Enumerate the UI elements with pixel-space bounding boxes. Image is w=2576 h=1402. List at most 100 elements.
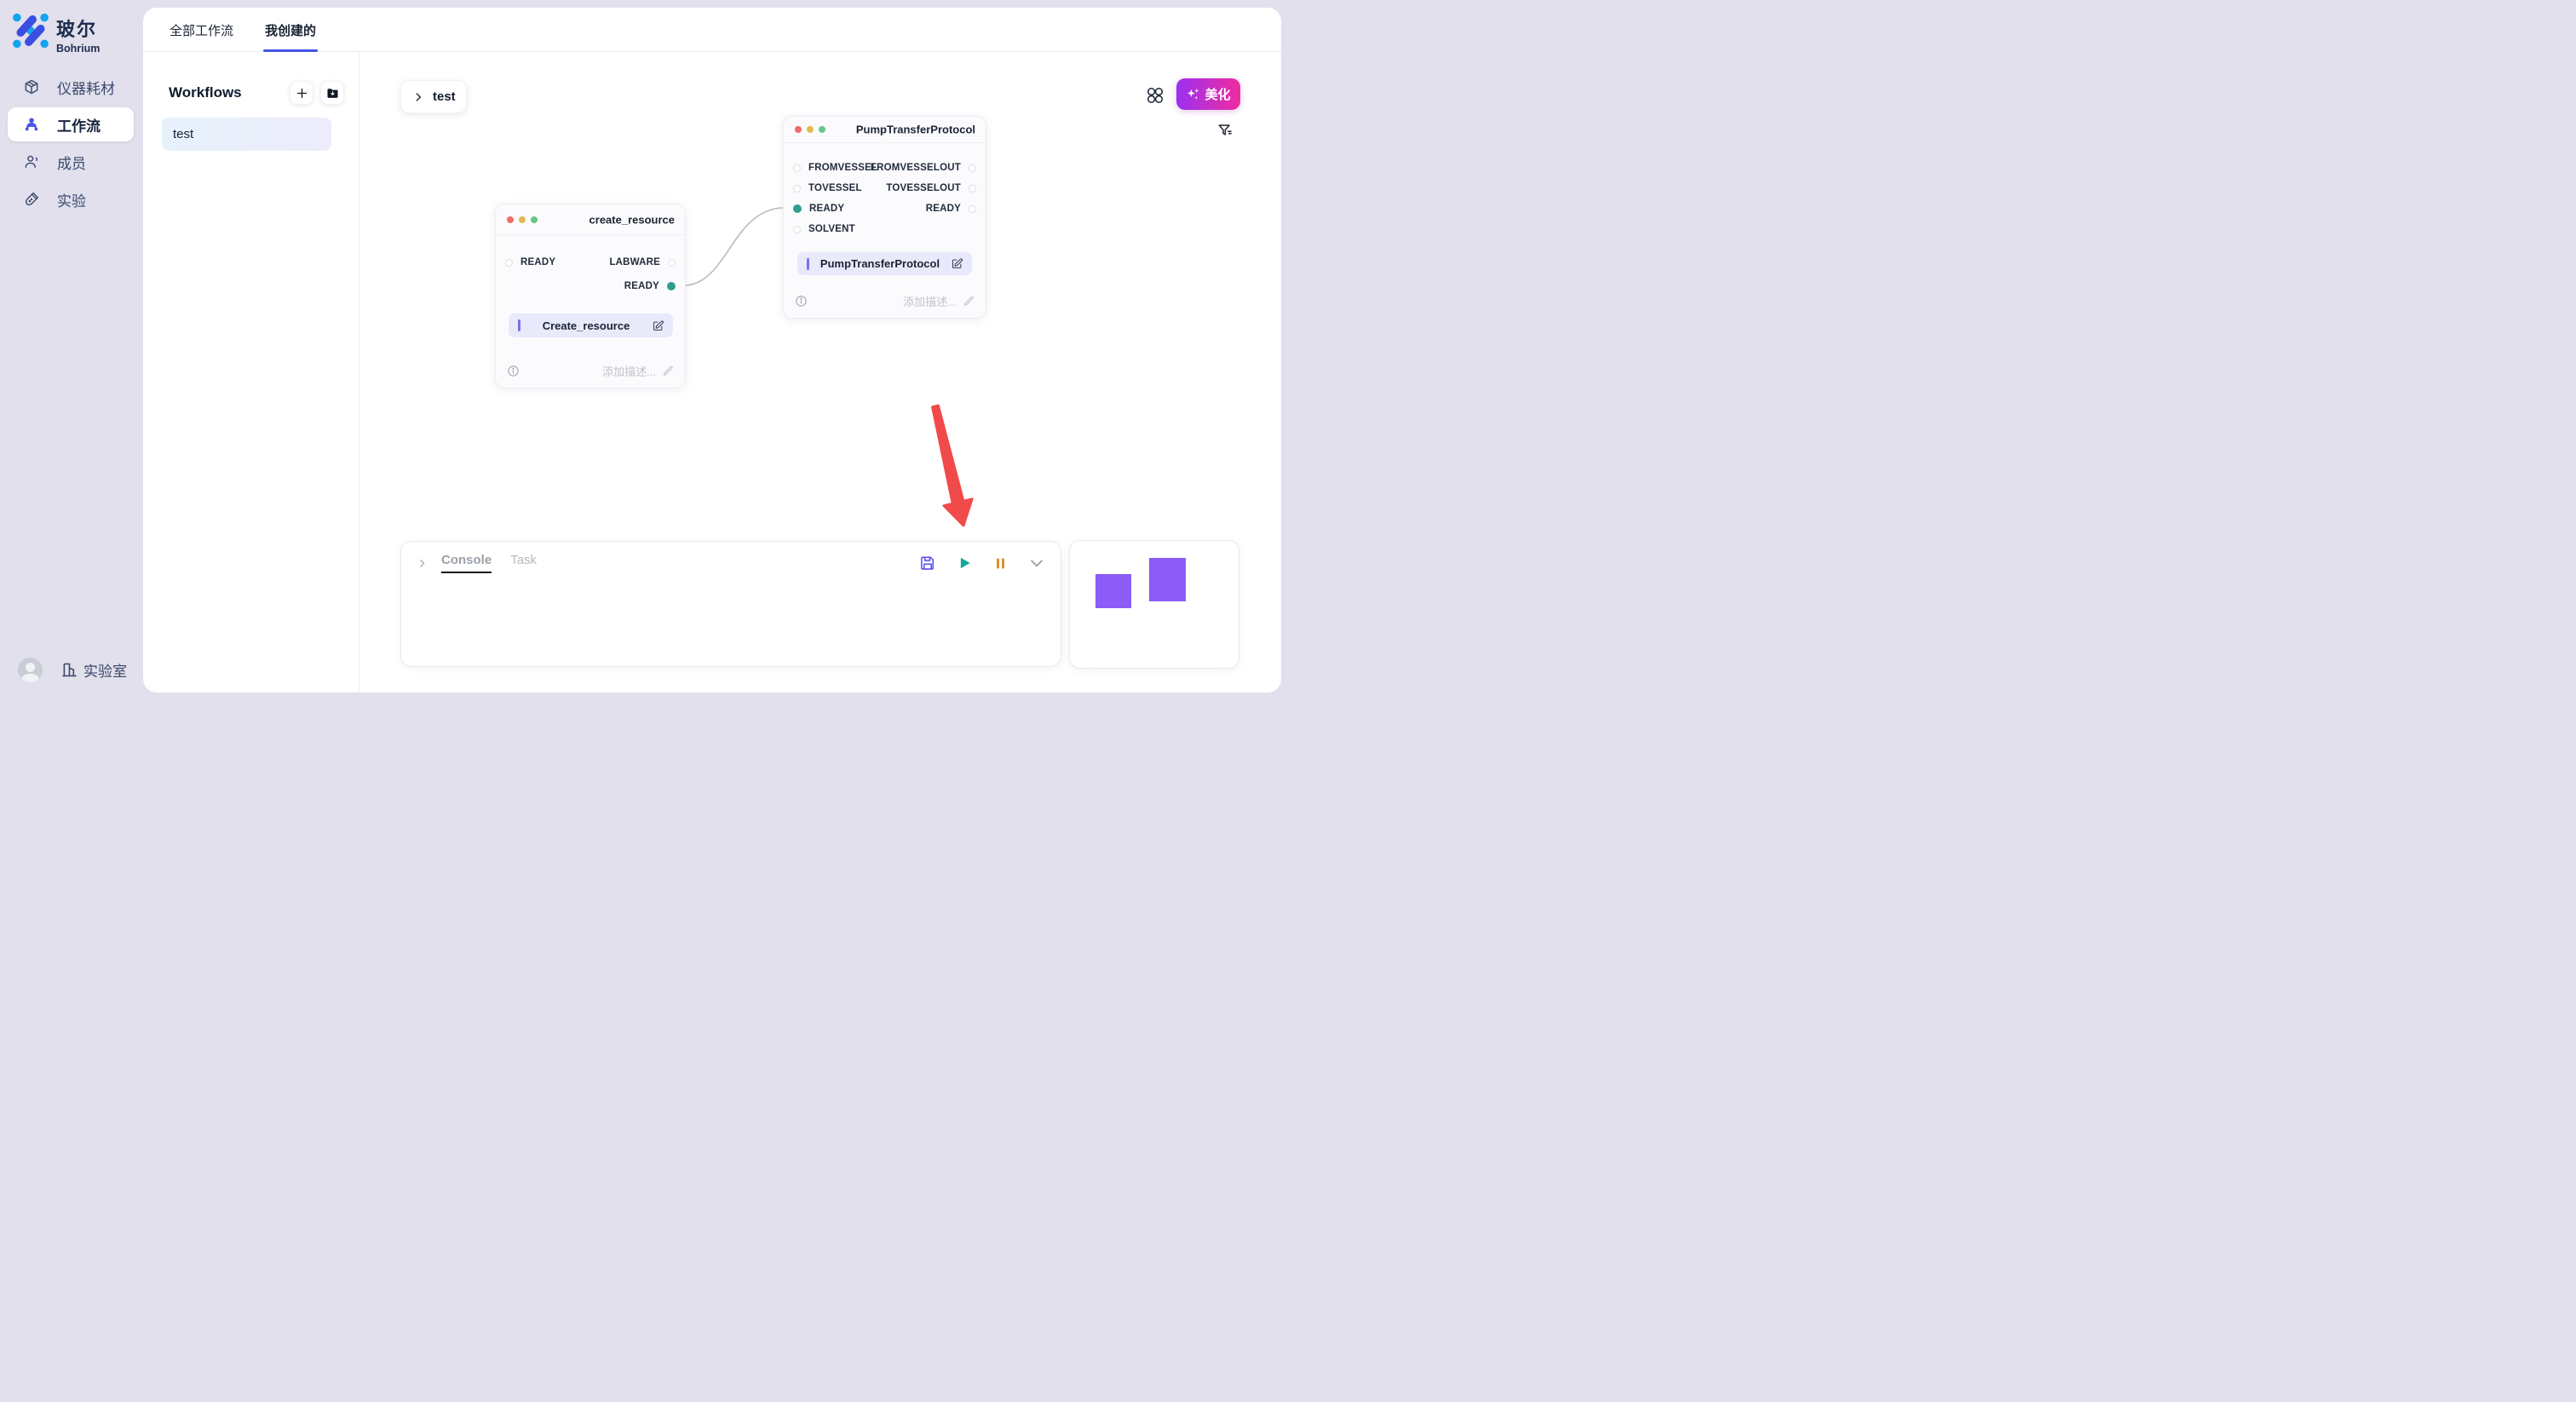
beautify-button[interactable]: 美化 [1176, 78, 1240, 110]
sidebar-nav: 仪器耗材 工作流 成员 [8, 70, 134, 220]
info-icon[interactable] [506, 364, 520, 378]
test-tube-icon [23, 191, 40, 208]
sidebar-item-experiment[interactable]: 实验 [8, 182, 134, 216]
add-workflow-button[interactable] [290, 81, 313, 105]
breadcrumb-label: test [433, 89, 456, 104]
run-play-icon[interactable] [956, 554, 973, 572]
green-dot-icon [531, 216, 538, 223]
brand: 玻尔 Bohrium [12, 12, 100, 55]
description-placeholder[interactable]: 添加描述... [903, 293, 957, 309]
sidebar-item-label: 仪器耗材 [57, 77, 115, 98]
port-label: READY [520, 257, 555, 267]
members-icon [23, 153, 40, 170]
edit-square-icon[interactable] [951, 257, 963, 270]
port-label: FROMVESSEL [808, 163, 877, 173]
output-port-labware[interactable]: LABWARE [609, 256, 676, 268]
input-port-fromvessel[interactable]: FROMVESSEL [793, 162, 877, 174]
sidebar-item-label: 实验 [57, 189, 86, 210]
pencil-icon[interactable] [662, 365, 675, 377]
workflow-canvas[interactable]: test 美化 [359, 52, 1281, 692]
node-create-resource[interactable]: create_resource READY LABWARE READY Crea… [495, 204, 686, 388]
lab-label: 实验室 [83, 659, 127, 681]
workflow-item-name: test [173, 127, 193, 141]
workflows-panel: Workflows test [143, 52, 359, 692]
workflow-list-item-test[interactable]: test [162, 118, 331, 151]
workflows-panel-title: Workflows [169, 84, 242, 101]
port-circle-connected[interactable] [793, 204, 802, 213]
output-port-tovesselout[interactable]: TOVESSELOUT [886, 182, 976, 194]
port-circle[interactable] [793, 226, 801, 233]
edit-square-icon[interactable] [652, 319, 664, 332]
minimap[interactable] [1069, 540, 1239, 669]
node-traffic-dots [795, 126, 825, 133]
building-icon [60, 661, 78, 679]
sidebar-item-instruments[interactable]: 仪器耗材 [8, 70, 134, 104]
yellow-dot-icon [807, 126, 814, 133]
bohrium-logo-icon [12, 12, 49, 49]
layout-command-icon[interactable] [1144, 84, 1166, 106]
node-pump-transfer-protocol[interactable]: PumpTransferProtocol FROMVESSEL FROMVESS… [783, 116, 986, 319]
input-port-tovessel[interactable]: TOVESSEL [793, 182, 862, 194]
chevron-down-icon[interactable] [1028, 554, 1045, 572]
output-port-fromvesselout[interactable]: FROMVESSELOUT [871, 162, 976, 174]
port-circle[interactable] [793, 164, 801, 172]
port-label: SOLVENT [808, 224, 855, 234]
lab-switcher[interactable]: 实验室 [60, 659, 127, 681]
beautify-label: 美化 [1205, 85, 1230, 103]
input-port-solvent[interactable]: SOLVENT [793, 223, 855, 235]
console-tab[interactable]: Console [441, 553, 492, 573]
sidebar-item-workflow[interactable]: 工作流 [8, 107, 134, 141]
port-circle[interactable] [969, 185, 976, 192]
canvas-breadcrumb[interactable]: test [400, 80, 467, 113]
node-action-label: Create_resource [520, 319, 652, 332]
task-tab[interactable]: Task [510, 553, 537, 573]
port-label: FROMVESSELOUT [871, 163, 961, 173]
chevron-right-icon [412, 91, 424, 103]
minimap-node-create-resource [1095, 574, 1131, 608]
node-traffic-dots [507, 216, 538, 223]
tab-all-workflows[interactable]: 全部工作流 [170, 8, 233, 52]
green-dot-icon [819, 126, 825, 133]
port-circle[interactable] [668, 259, 676, 267]
description-placeholder[interactable]: 添加描述... [602, 363, 656, 379]
filter-icon[interactable] [1216, 122, 1233, 139]
port-label: TOVESSELOUT [886, 183, 961, 193]
port-circle[interactable] [969, 205, 976, 213]
sidebar-item-members[interactable]: 成员 [8, 145, 134, 179]
console-panel: Console Task [400, 541, 1061, 667]
sidebar: 玻尔 Bohrium 仪器耗材 工作流 [0, 0, 143, 701]
sidebar-item-label: 工作流 [57, 114, 101, 135]
workflow-tabs-bar: 全部工作流 我创建的 [143, 8, 1281, 52]
sidebar-item-label: 成员 [57, 152, 86, 173]
pause-icon[interactable] [992, 555, 1009, 572]
node-title: PumpTransferProtocol [856, 124, 975, 136]
output-port-ready[interactable]: READY [926, 203, 976, 215]
user-avatar[interactable] [18, 658, 43, 682]
box-icon [23, 78, 40, 95]
port-circle-connected[interactable] [667, 282, 676, 290]
node-action-label: PumpTransferProtocol [809, 257, 951, 270]
import-folder-button[interactable] [320, 81, 344, 105]
pencil-icon[interactable] [963, 295, 975, 307]
sparkles-icon [1186, 87, 1200, 101]
input-port-ready[interactable]: READY [793, 203, 844, 215]
node-title: create_resource [589, 213, 675, 226]
port-circle[interactable] [969, 164, 976, 172]
brand-name-cn: 玻尔 [56, 14, 100, 42]
node-action-button[interactable]: PumpTransferProtocol [797, 252, 972, 275]
node-action-button[interactable]: Create_resource [509, 313, 673, 337]
main-panel: 全部工作流 我创建的 Workflows [143, 8, 1281, 692]
output-port-ready[interactable]: READY [624, 280, 676, 292]
tab-created-by-me[interactable]: 我创建的 [265, 8, 316, 52]
input-port-ready[interactable]: READY [505, 256, 555, 268]
info-icon[interactable] [794, 294, 808, 308]
workflow-icon [23, 116, 40, 133]
port-label: READY [926, 204, 961, 214]
port-label: READY [809, 204, 844, 214]
console-collapse-icon[interactable] [417, 558, 428, 569]
port-label: TOVESSEL [808, 183, 862, 193]
port-circle[interactable] [793, 185, 801, 192]
minimap-node-pump-transfer [1149, 558, 1186, 601]
port-circle[interactable] [505, 259, 513, 267]
save-icon[interactable] [919, 554, 936, 572]
